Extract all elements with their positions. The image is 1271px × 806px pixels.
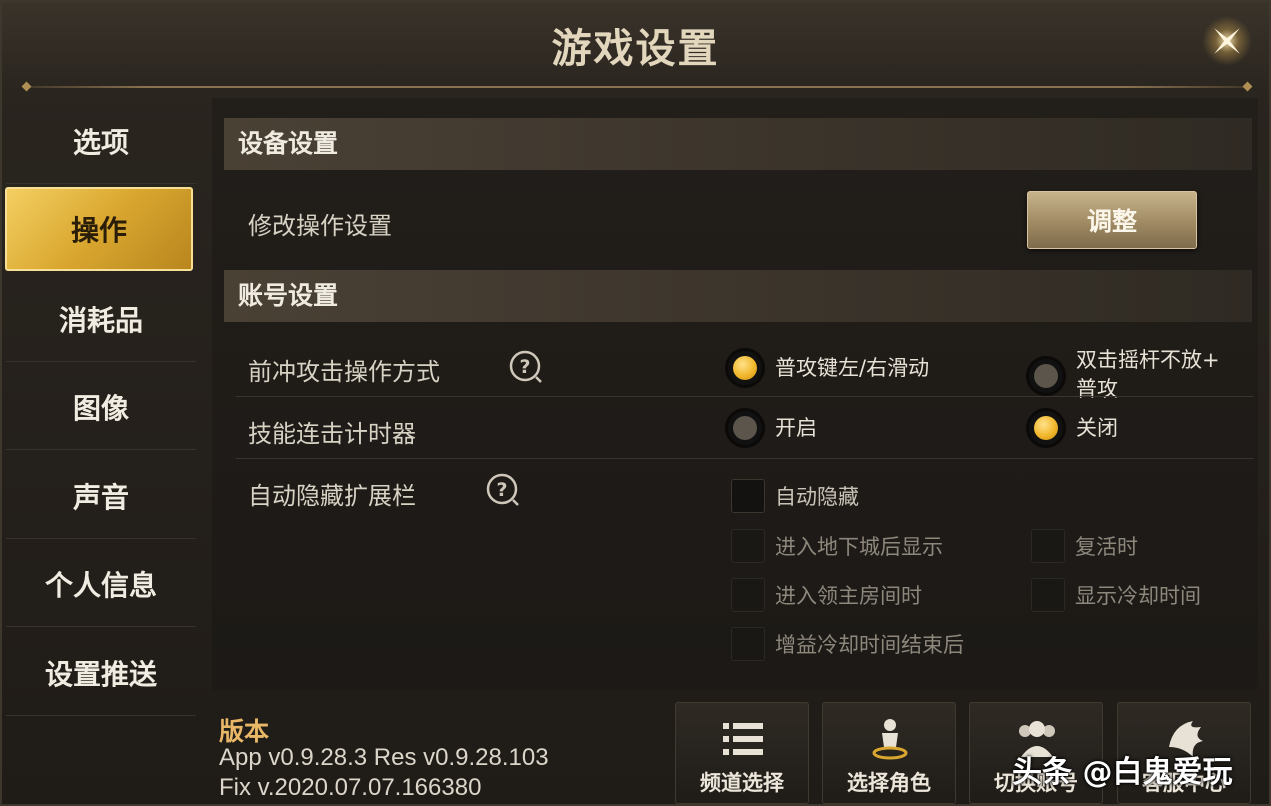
radio-label-line2: 普攻 xyxy=(1076,377,1118,401)
checkbox-box xyxy=(731,627,765,661)
radio-combo-off[interactable]: 关闭 xyxy=(1026,408,1118,448)
radio-label-line1: 双击摇杆不放+ xyxy=(1076,348,1220,372)
footer-button-label: 频道选择 xyxy=(700,771,784,795)
close-icon xyxy=(1214,28,1240,54)
settings-content: 设备设置 修改操作设置 调整 账号设置 前冲攻击操作方式 ? 普攻键左/右滑动 … xyxy=(212,98,1258,690)
help-icon[interactable]: ? xyxy=(508,349,544,385)
title-bar: 游戏设置 xyxy=(2,2,1269,90)
adjust-button[interactable]: 调整 xyxy=(1027,191,1197,249)
channel-select-button[interactable]: 频道选择 xyxy=(675,702,809,804)
sidebar-item-controls[interactable]: 操作 xyxy=(5,187,193,271)
checkbox-enter-dungeon[interactable]: 进入地下城后显示 xyxy=(731,529,943,563)
auto-hide-label: 自动隐藏扩展栏 xyxy=(248,482,416,510)
modify-controls-label: 修改操作设置 xyxy=(248,212,392,240)
sidebar-item-sound[interactable]: 声音 xyxy=(6,453,196,539)
svg-text:?: ? xyxy=(496,479,507,501)
footer-button-label: 选择角色 xyxy=(847,771,931,795)
version-fix: Fix v.2020.07.07.166380 xyxy=(219,774,482,801)
checkbox-box xyxy=(731,578,765,612)
checkbox-box xyxy=(731,529,765,563)
settings-sidebar: 选项 操作 消耗品 图像 声音 个人信息 设置推送 xyxy=(2,98,198,718)
title-divider xyxy=(26,86,1248,88)
checkbox-label: 复活时 xyxy=(1075,535,1138,559)
checkbox-box xyxy=(1031,578,1065,612)
dash-attack-label: 前冲攻击操作方式 xyxy=(248,358,440,386)
checkbox-buff-cooldown-end[interactable]: 增益冷却时间结束后 xyxy=(731,627,964,661)
sidebar-item-profile[interactable]: 个人信息 xyxy=(6,541,196,627)
character-pin-icon xyxy=(872,719,908,760)
row-divider xyxy=(236,396,1254,397)
radio-label: 普攻键左/右滑动 xyxy=(775,355,930,380)
checkbox-revive[interactable]: 复活时 xyxy=(1031,529,1138,563)
checkbox-label: 进入领主房间时 xyxy=(775,584,922,608)
sidebar-item-options[interactable]: 选项 xyxy=(6,98,196,184)
checkbox-label: 自动隐藏 xyxy=(775,485,859,509)
row-divider xyxy=(236,458,1254,459)
checkbox-label: 显示冷却时间 xyxy=(1075,584,1201,608)
list-icon xyxy=(723,723,763,755)
sidebar-item-consumables[interactable]: 消耗品 xyxy=(6,276,196,362)
game-settings-window: 游戏设置 选项 操作 消耗品 图像 声音 个人信息 设置推送 设备设置 修改操作… xyxy=(0,0,1271,806)
checkbox-show-cooldown[interactable]: 显示冷却时间 xyxy=(1031,578,1201,612)
radio-dot xyxy=(1026,356,1066,396)
checkbox-box xyxy=(731,479,765,513)
version-app-res: App v0.9.28.3 Res v0.9.28.103 xyxy=(219,744,549,771)
close-button[interactable] xyxy=(1200,14,1254,68)
sidebar-item-graphics[interactable]: 图像 xyxy=(6,364,196,450)
radio-dot xyxy=(725,348,765,388)
device-settings-header: 设备设置 xyxy=(224,118,1252,170)
checkbox-box xyxy=(1031,529,1065,563)
window-title: 游戏设置 xyxy=(551,26,720,72)
radio-dash-swipe[interactable]: 普攻键左/右滑动 xyxy=(725,348,929,388)
version-title: 版本 xyxy=(219,717,270,746)
checkbox-label: 进入地下城后显示 xyxy=(775,535,943,559)
checkbox-auto-hide[interactable]: 自动隐藏 xyxy=(731,479,859,513)
checkbox-label: 增益冷却时间结束后 xyxy=(775,633,964,657)
select-character-button[interactable]: 选择角色 xyxy=(822,702,956,804)
watermark: 头条 @白鬼爱玩 xyxy=(1012,755,1233,790)
radio-label: 开启 xyxy=(775,415,817,440)
radio-dot xyxy=(725,408,765,448)
checkbox-boss-room[interactable]: 进入领主房间时 xyxy=(731,578,922,612)
account-settings-header: 账号设置 xyxy=(224,270,1252,322)
radio-combo-on[interactable]: 开启 xyxy=(725,408,817,448)
radio-dot xyxy=(1026,408,1066,448)
svg-text:?: ? xyxy=(519,356,530,378)
radio-label: 关闭 xyxy=(1076,415,1118,440)
combo-timer-label: 技能连击计时器 xyxy=(248,420,416,448)
help-icon[interactable]: ? xyxy=(485,472,521,508)
